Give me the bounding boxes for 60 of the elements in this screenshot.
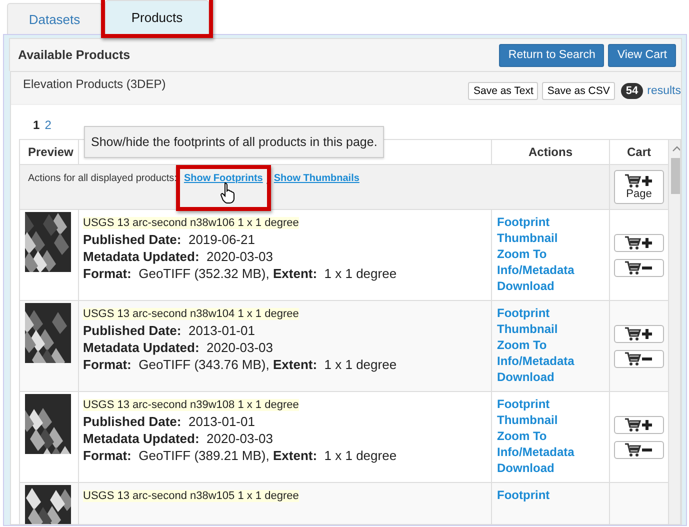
page-link[interactable]: 2 (44, 118, 52, 132)
link[interactable]: Thumbnail (497, 412, 609, 428)
link[interactable]: Zoom To (497, 246, 609, 262)
link[interactable]: Download (497, 278, 609, 294)
link[interactable]: Thumbnail (497, 230, 609, 246)
product-detail: Format: GeoTIFF (343.76 MB), Extent: 1 x 1 degree (83, 356, 398, 373)
link[interactable]: Zoom To (497, 337, 609, 353)
product-title: USGS 13 arc-second n39w108 1 x 1 degree (83, 399, 299, 411)
add-to-cart-button[interactable] (614, 324, 664, 342)
link[interactable]: Info/Metadata (497, 353, 609, 369)
bulk-actions-label: Actions for all displayed products: (28, 173, 177, 184)
cart-add-icon (625, 174, 653, 188)
product-detail: Published Date: 2013-01-01 (83, 322, 256, 339)
cart-add-icon (625, 418, 653, 432)
action-button[interactable]: Return to Search (499, 44, 604, 66)
add-to-cart-button[interactable] (614, 416, 664, 434)
link[interactable]: Zoom To (497, 428, 609, 444)
product-detail: Format: GeoTIFF (389.21 MB), Extent: 1 x 1 degree (83, 447, 398, 464)
product-detail: Metadata Updated: 2020-03-03 (83, 430, 274, 447)
save-button[interactable]: Save as Text (468, 82, 538, 100)
count-badge: 54 (620, 83, 644, 99)
remove-from-cart-button[interactable] (614, 350, 664, 368)
hand-cursor-icon (220, 182, 236, 204)
cart-remove-icon (625, 442, 653, 456)
link[interactable]: Footprint (497, 487, 609, 503)
page-link[interactable]: 1 (33, 118, 40, 132)
product-title: USGS 13 arc-second n38w105 1 x 1 degree (83, 490, 299, 502)
link[interactable]: Footprint (497, 214, 609, 230)
remove-from-cart-button[interactable] (614, 258, 664, 276)
add-to-cart-button[interactable] (614, 234, 664, 252)
cart-remove-icon (625, 260, 653, 274)
tab[interactable]: Products (105, 0, 209, 34)
product-detail: Published Date: 2013-01-01 (83, 413, 256, 430)
section-title: Elevation Products (3DEP) (23, 77, 166, 91)
cart-add-icon (625, 236, 653, 250)
product-detail: Metadata Updated: 2020-03-03 (83, 248, 274, 265)
link[interactable]: Info/Metadata (497, 444, 609, 460)
link[interactable]: Show Thumbnails (274, 173, 360, 184)
link[interactable]: Footprint (497, 305, 609, 321)
cart-add-icon (625, 326, 653, 340)
product-detail: Metadata Updated: 2020-03-03 (83, 339, 274, 356)
link[interactable]: Info/Metadata (497, 262, 609, 278)
action-button[interactable]: View Cart (608, 44, 676, 66)
save-button[interactable]: Save as CSV (542, 82, 615, 100)
link[interactable]: Thumbnail (497, 321, 609, 337)
cart-remove-icon (625, 352, 653, 366)
link[interactable]: Footprint (497, 396, 609, 412)
link[interactable]: Show Footprints (184, 173, 263, 184)
tab[interactable]: Datasets (7, 3, 102, 34)
panel-title: Available Products (18, 48, 130, 62)
tooltip: Show/hide the footprints of all products in this page. (84, 126, 384, 158)
results-label: results (647, 85, 681, 97)
product-detail: Published Date: 2019-06-21 (83, 231, 256, 248)
add-page-to-cart-button[interactable]: Page (614, 170, 664, 204)
link[interactable]: Download (497, 460, 609, 476)
product-detail: Format: GeoTIFF (352.32 MB), Extent: 1 x 1 degree (83, 265, 398, 282)
product-title: USGS 13 arc-second n38w106 1 x 1 degree (83, 217, 299, 229)
remove-from-cart-button[interactable] (614, 440, 664, 458)
product-title: USGS 13 arc-second n38w104 1 x 1 degree (83, 308, 299, 320)
link[interactable]: Download (497, 369, 609, 385)
